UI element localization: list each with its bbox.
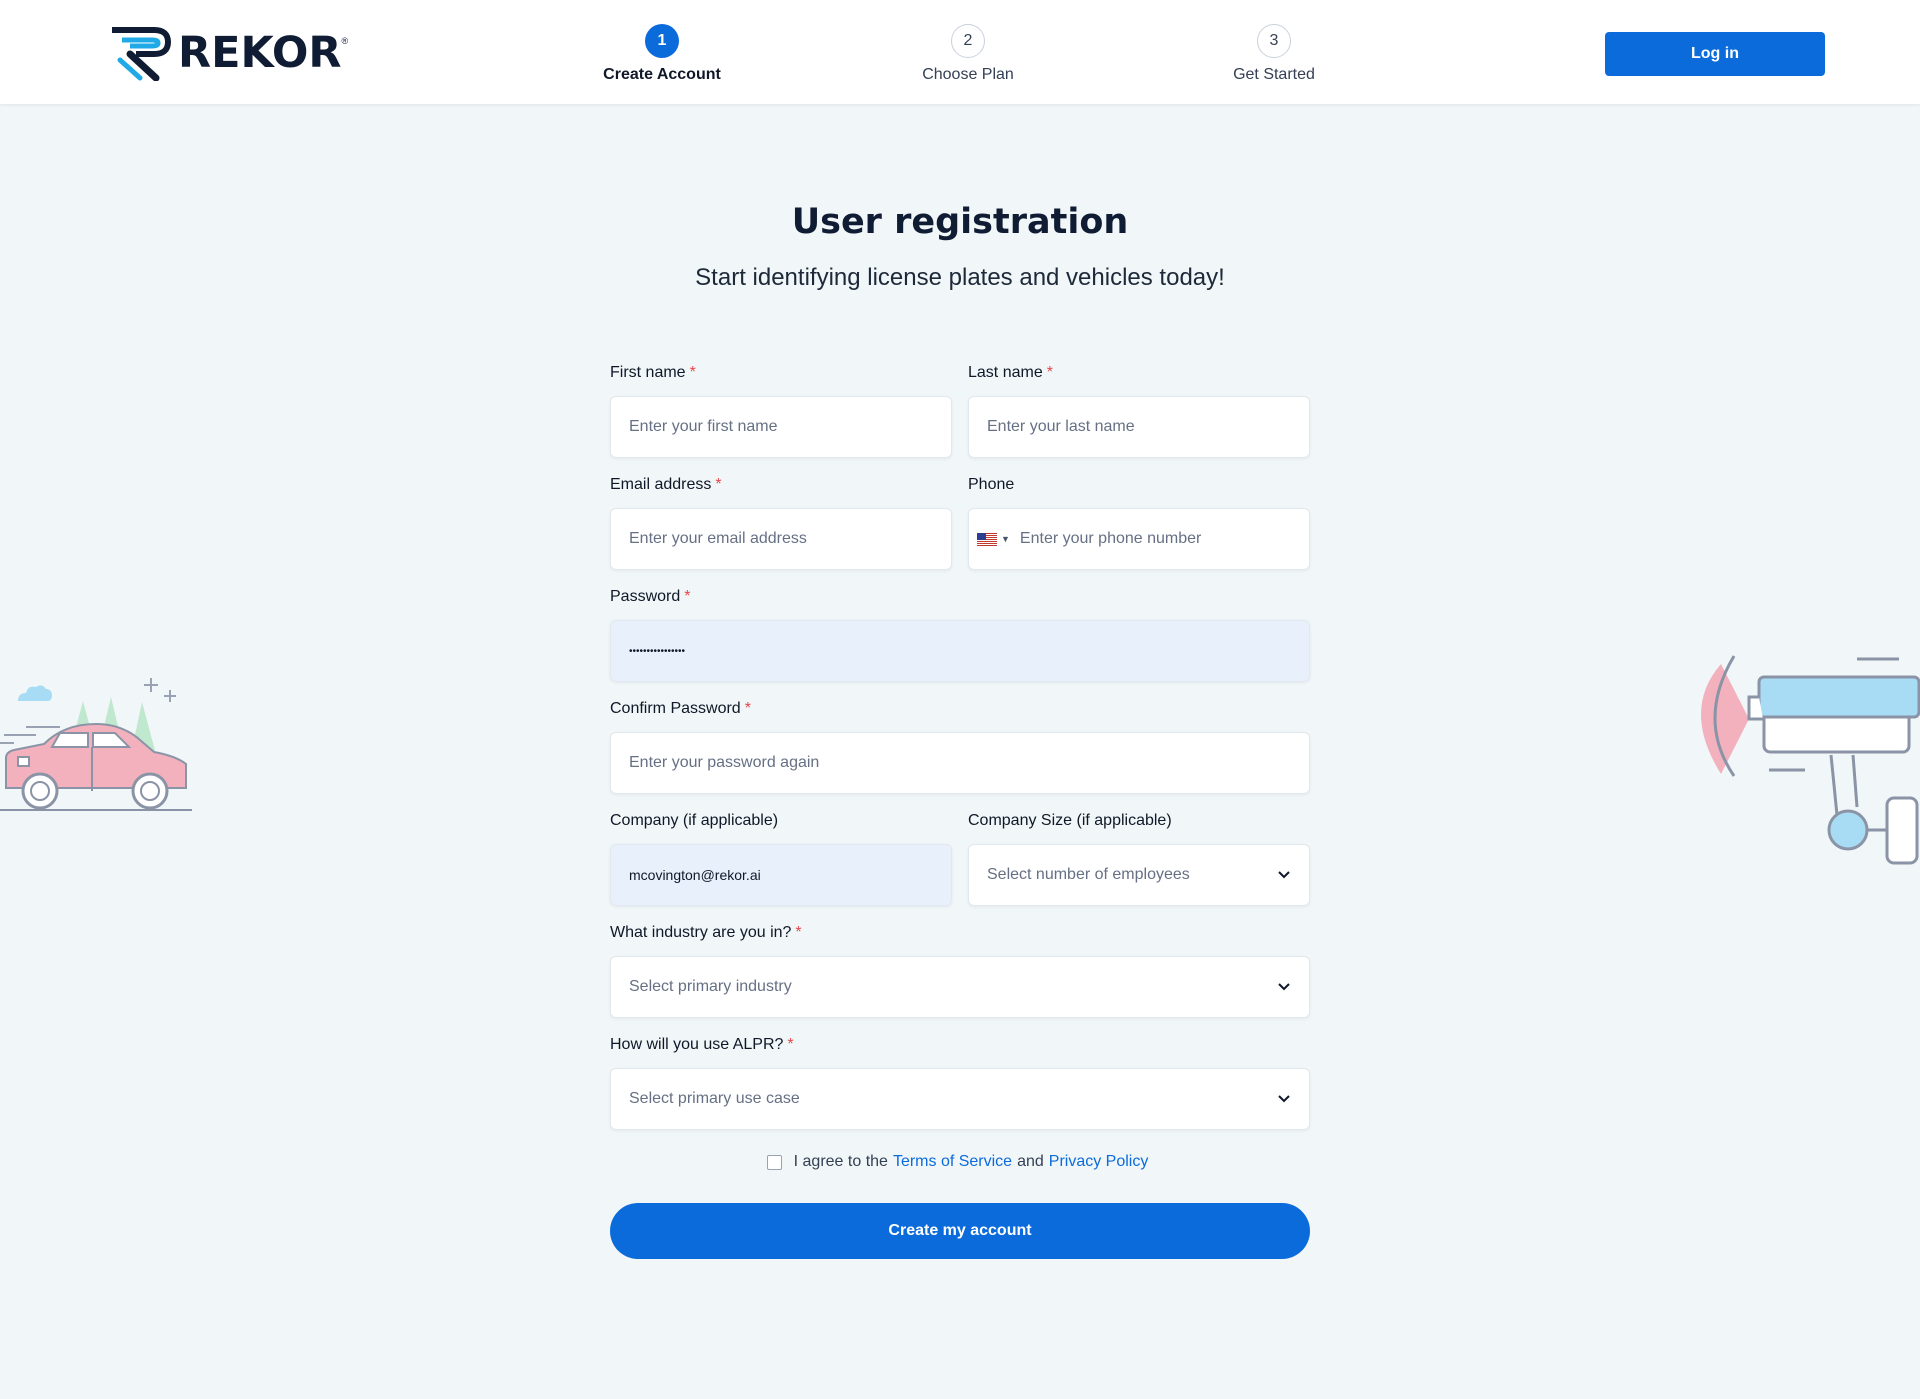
required-mark: *: [684, 588, 691, 605]
privacy-policy-link[interactable]: Privacy Policy: [1049, 1153, 1149, 1171]
confirm-password-label: Confirm Password *: [610, 700, 751, 718]
terms-agreement: I agree to the Terms of Service and Priv…: [610, 1153, 1310, 1171]
step-number: 3: [1257, 24, 1291, 58]
car-illustration: [0, 678, 192, 811]
last-name-label: Last name *: [968, 364, 1053, 382]
chevron-down-icon: [1278, 983, 1290, 991]
company-size-select[interactable]: Select number of employees: [968, 844, 1310, 906]
phone-label-text: Phone: [968, 476, 1015, 493]
step-number: 2: [951, 24, 985, 58]
confirm-password-placeholder: Enter your password again: [629, 754, 820, 771]
step-label: Get Started: [1233, 66, 1315, 83]
industry-label: What industry are you in? *: [610, 924, 802, 942]
registered-mark: ®: [341, 36, 349, 46]
last-name-input[interactable]: Enter your last name: [968, 396, 1310, 458]
required-mark: *: [795, 924, 802, 941]
email-label-text: Email address: [610, 476, 712, 493]
step-label: Choose Plan: [922, 66, 1014, 83]
required-mark: *: [787, 1036, 794, 1053]
alpr-use-label-text: How will you use ALPR?: [610, 1036, 784, 1053]
alpr-use-select[interactable]: Select primary use case: [610, 1068, 1310, 1130]
email-placeholder: Enter your email address: [629, 530, 807, 547]
step-number: 1: [645, 24, 679, 58]
company-value: mcovington@rekor.ai: [629, 867, 761, 883]
login-button[interactable]: Log in: [1605, 32, 1825, 76]
company-label: Company (if applicable): [610, 812, 778, 830]
first-name-label: First name *: [610, 364, 696, 382]
company-size-label-text: Company Size (if applicable): [968, 812, 1172, 829]
password-value: ••••••••••••••••: [629, 645, 686, 657]
first-name-placeholder: Enter your first name: [629, 418, 778, 435]
step-label: Create Account: [603, 66, 721, 83]
password-input[interactable]: ••••••••••••••••: [610, 620, 1310, 682]
required-mark: *: [715, 476, 722, 493]
required-mark: *: [689, 364, 696, 381]
required-mark: *: [744, 700, 751, 717]
us-flag-icon[interactable]: [977, 532, 997, 546]
industry-label-text: What industry are you in?: [610, 924, 792, 941]
phone-input[interactable]: ▼ Enter your phone number: [968, 508, 1310, 570]
chevron-down-icon: [1278, 871, 1290, 879]
rekor-logo[interactable]: REKOR ®: [110, 26, 348, 81]
step-choose-plan: 2 Choose Plan: [858, 24, 1078, 84]
email-input[interactable]: Enter your email address: [610, 508, 952, 570]
terms-checkbox[interactable]: [766, 1154, 782, 1170]
first-name-label-text: First name: [610, 364, 686, 381]
phone-label: Phone: [968, 476, 1014, 494]
step-create-account: 1 Create Account: [552, 24, 772, 84]
alpr-use-label: How will you use ALPR? *: [610, 1036, 794, 1054]
step-get-started: 3 Get Started: [1164, 24, 1384, 84]
page-subtitle: Start identifying license plates and veh…: [695, 264, 1225, 291]
brand-name: REKOR: [178, 28, 342, 78]
confirm-password-label-text: Confirm Password: [610, 700, 741, 717]
password-label: Password *: [610, 588, 690, 606]
company-label-text: Company (if applicable): [610, 812, 779, 829]
agree-and: and: [1017, 1153, 1044, 1170]
last-name-placeholder: Enter your last name: [987, 418, 1135, 435]
chevron-down-icon: [1278, 1095, 1290, 1103]
page-title: User registration: [791, 202, 1129, 242]
company-size-placeholder: Select number of employees: [987, 866, 1190, 883]
country-caret-icon[interactable]: ▼: [1001, 534, 1010, 544]
industry-placeholder: Select primary industry: [629, 978, 792, 995]
company-size-label: Company Size (if applicable): [968, 812, 1172, 830]
agree-prefix: I agree to the: [793, 1153, 888, 1170]
confirm-password-input[interactable]: Enter your password again: [610, 732, 1310, 794]
top-navigation-bar: REKOR ® 1 Create Account 2 Choose Plan 3…: [0, 0, 1920, 104]
email-label: Email address *: [610, 476, 722, 494]
create-account-button[interactable]: Create my account: [610, 1203, 1310, 1259]
company-input[interactable]: mcovington@rekor.ai: [610, 844, 952, 906]
industry-select[interactable]: Select primary industry: [610, 956, 1310, 1018]
camera-illustration: [1701, 655, 1920, 865]
rekor-logo-mark-icon: [112, 27, 171, 81]
password-label-text: Password: [610, 588, 681, 605]
required-mark: *: [1046, 364, 1053, 381]
last-name-label-text: Last name: [968, 364, 1043, 381]
alpr-use-placeholder: Select primary use case: [629, 1090, 800, 1107]
terms-of-service-link[interactable]: Terms of Service: [893, 1153, 1012, 1171]
first-name-input[interactable]: Enter your first name: [610, 396, 952, 458]
phone-placeholder: Enter your phone number: [1019, 530, 1202, 547]
